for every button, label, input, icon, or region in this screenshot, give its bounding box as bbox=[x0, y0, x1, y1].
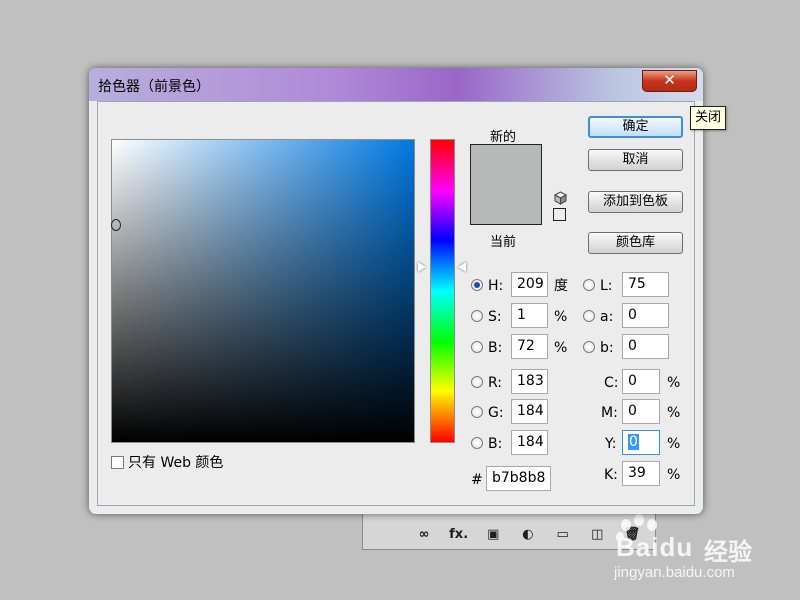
b-label: b: bbox=[600, 340, 614, 356]
watermark: Baidu 经验 jingyan.baidu.com bbox=[612, 512, 792, 590]
black-unit: % bbox=[667, 467, 681, 483]
blue-label: B: bbox=[488, 436, 503, 452]
hue-unit: 度 bbox=[554, 278, 568, 294]
watermark-brand-cn: 经验 bbox=[704, 538, 752, 566]
black-label: K: bbox=[604, 467, 618, 483]
b-input[interactable]: 0 bbox=[622, 334, 669, 359]
cancel-button[interactable]: 取消 bbox=[588, 149, 683, 171]
layers-panel-toolbar: ∞ fx. ▣ ◐ ▭ ◫ 🗑 bbox=[413, 523, 643, 545]
current-color-label: 当前 bbox=[490, 235, 517, 250]
new-color-label: 新的 bbox=[490, 130, 517, 145]
watermark-brand: Baidu bbox=[616, 532, 694, 562]
brightness-input[interactable]: 72 bbox=[511, 334, 548, 359]
web-colors-only-label: 只有 Web 颜色 bbox=[128, 455, 224, 471]
saturation-input[interactable]: 1 bbox=[511, 303, 548, 328]
magenta-unit: % bbox=[667, 405, 681, 421]
dialog-title: 拾色器（前景色） bbox=[98, 79, 210, 95]
radio-green[interactable] bbox=[471, 406, 483, 418]
out-of-gamut-cube-icon[interactable] bbox=[554, 191, 567, 205]
hex-input[interactable]: b7b8b8 bbox=[486, 466, 551, 491]
red-input[interactable]: 183 bbox=[511, 369, 548, 394]
saturation-label: S: bbox=[488, 309, 502, 325]
lightness-label: L: bbox=[600, 278, 613, 294]
title-bar[interactable]: 拾色器（前景色） ✕ bbox=[89, 68, 703, 101]
hue-input[interactable]: 209 bbox=[511, 272, 548, 297]
add-to-swatches-button[interactable]: 添加到色板 bbox=[588, 191, 683, 213]
radio-blue[interactable] bbox=[471, 437, 483, 449]
radio-red[interactable] bbox=[471, 376, 483, 388]
close-button[interactable]: ✕ bbox=[642, 70, 697, 92]
color-preview-swatch[interactable] bbox=[470, 144, 542, 225]
magenta-label: M: bbox=[601, 405, 618, 421]
hex-label: # bbox=[471, 472, 483, 488]
a-input[interactable]: 0 bbox=[622, 303, 669, 328]
ok-button[interactable]: 确定 bbox=[588, 116, 683, 138]
color-libraries-button[interactable]: 颜色库 bbox=[588, 232, 683, 254]
radio-hue[interactable] bbox=[471, 279, 483, 291]
cyan-label: C: bbox=[604, 375, 619, 391]
hue-label: H: bbox=[488, 278, 504, 294]
hue-slider-arrow-right[interactable] bbox=[458, 262, 466, 272]
cyan-unit: % bbox=[667, 375, 681, 391]
green-input[interactable]: 184 bbox=[511, 399, 548, 424]
hue-slider[interactable] bbox=[430, 139, 455, 443]
a-label: a: bbox=[600, 309, 614, 325]
watermark-url: jingyan.baidu.com bbox=[614, 564, 735, 581]
brightness-label: B: bbox=[488, 340, 503, 356]
cyan-input[interactable]: 0 bbox=[622, 369, 660, 394]
fx-icon[interactable]: fx. bbox=[448, 527, 470, 542]
web-safe-color-square[interactable] bbox=[553, 208, 566, 221]
link-icon[interactable]: ∞ bbox=[413, 527, 435, 542]
magenta-input[interactable]: 0 bbox=[622, 399, 660, 424]
green-label: G: bbox=[488, 405, 504, 421]
yellow-input-selection: 0 bbox=[628, 434, 639, 450]
radio-brightness[interactable] bbox=[471, 341, 483, 353]
radio-lightness[interactable] bbox=[583, 279, 595, 291]
yellow-label: Y: bbox=[605, 436, 617, 452]
hue-slider-arrow-left[interactable] bbox=[418, 262, 426, 272]
mask-icon[interactable]: ▣ bbox=[482, 527, 504, 542]
new-layer-icon[interactable]: ◫ bbox=[586, 527, 608, 542]
web-colors-only-checkbox[interactable] bbox=[111, 456, 124, 469]
black-input[interactable]: 39 bbox=[622, 461, 660, 486]
brightness-unit: % bbox=[554, 340, 568, 356]
adjustment-icon[interactable]: ◐ bbox=[517, 527, 539, 542]
yellow-unit: % bbox=[667, 436, 681, 452]
radio-b[interactable] bbox=[583, 341, 595, 353]
radio-a[interactable] bbox=[583, 310, 595, 322]
radio-saturation[interactable] bbox=[471, 310, 483, 322]
lightness-input[interactable]: 75 bbox=[622, 272, 669, 297]
color-field-marker[interactable] bbox=[111, 219, 121, 231]
saturation-unit: % bbox=[554, 309, 568, 325]
folder-icon[interactable]: ▭ bbox=[552, 527, 574, 542]
blue-input[interactable]: 184 bbox=[511, 430, 548, 455]
yellow-input[interactable]: 0 bbox=[622, 430, 660, 455]
red-label: R: bbox=[488, 375, 503, 391]
saturation-brightness-field[interactable] bbox=[111, 139, 415, 443]
close-tooltip: 关闭 bbox=[690, 106, 727, 130]
